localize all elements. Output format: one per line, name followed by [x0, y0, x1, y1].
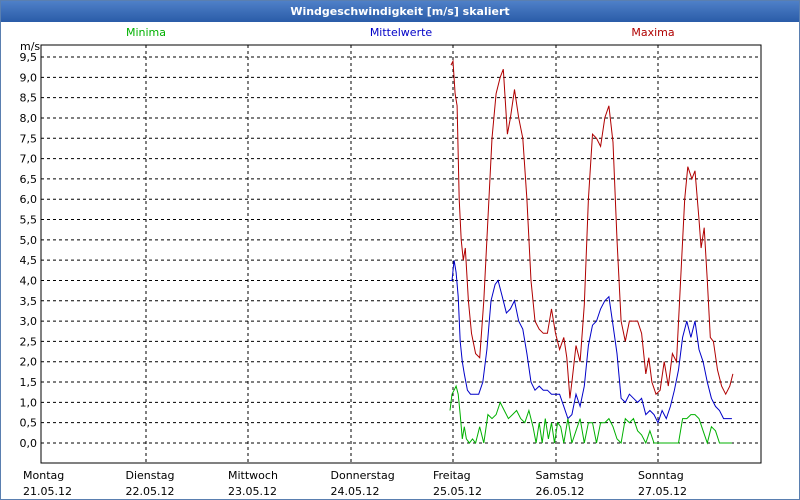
x-date-label: 22.05.12	[126, 485, 175, 498]
legend-minima: Minima	[126, 26, 166, 39]
x-date-label: 27.05.12	[638, 485, 687, 498]
y-tick-label: 1,5	[20, 376, 38, 389]
y-tick-label: 8,5	[20, 92, 38, 105]
y-tick-label: 1,0	[20, 396, 38, 409]
y-tick-label: 2,5	[20, 335, 38, 348]
y-tick-label: 0,5	[20, 417, 38, 430]
y-tick-labels: 9,5 9,0 8,5 8,0 7,5 7,0 6,5 6,0 5,5 5,0 4,5 4,0 3,5 3…	[20, 51, 38, 450]
y-tick-label: 6,5	[20, 173, 38, 186]
x-date-label: 24.05.12	[331, 485, 380, 498]
chart-window: Windgeschwindigkeit [m/s] skaliert Minim…	[0, 0, 800, 500]
y-tick-label: 9,5	[20, 51, 38, 64]
x-day-label: Montag	[23, 469, 64, 482]
x-day-label: Freitag	[433, 469, 471, 482]
x-tick-labels: Montag 21.05.12 Dienstag 22.05.12 Mittwoch 23…	[23, 469, 687, 498]
x-day-label: Sonntag	[638, 469, 684, 482]
series-line-max	[450, 59, 734, 399]
y-tick-label: 0,0	[20, 437, 38, 450]
y-tick-label: 7,5	[20, 132, 38, 145]
x-date-label: 26.05.12	[536, 485, 585, 498]
y-tick-label: 2,0	[20, 356, 38, 369]
y-tick-label: 7,0	[20, 153, 38, 166]
y-tick-label: 3,0	[20, 315, 38, 328]
y-tick-label: 6,0	[20, 193, 38, 206]
series-line-min	[449, 384, 732, 445]
y-tick-label: 5,0	[20, 234, 38, 247]
x-day-label: Mittwoch	[228, 469, 278, 482]
y-tick-label: 5,5	[20, 214, 38, 227]
wind-speed-chart: Minima Mittelwerte Maxima m/s 9,59,08,58…	[20, 26, 762, 498]
y-tick-label: 9,0	[20, 71, 38, 84]
x-date-label: 25.05.12	[433, 485, 482, 498]
x-date-label: 21.05.12	[23, 485, 72, 498]
y-tick-label: 4,0	[20, 274, 38, 287]
legend-maxima: Maxima	[631, 26, 674, 39]
x-day-label: Dienstag	[126, 469, 175, 482]
grid	[40, 44, 762, 464]
x-date-label: 23.05.12	[228, 485, 277, 498]
y-tick-label: 4,5	[20, 254, 38, 267]
y-tick-label: 3,5	[20, 295, 38, 308]
legend-mittelwerte: Mittelwerte	[370, 26, 433, 39]
x-day-label: Samstag	[536, 469, 584, 482]
plot-frame	[40, 44, 762, 464]
y-tick-label: 8,0	[20, 112, 38, 125]
x-day-label: Donnerstag	[331, 469, 395, 482]
